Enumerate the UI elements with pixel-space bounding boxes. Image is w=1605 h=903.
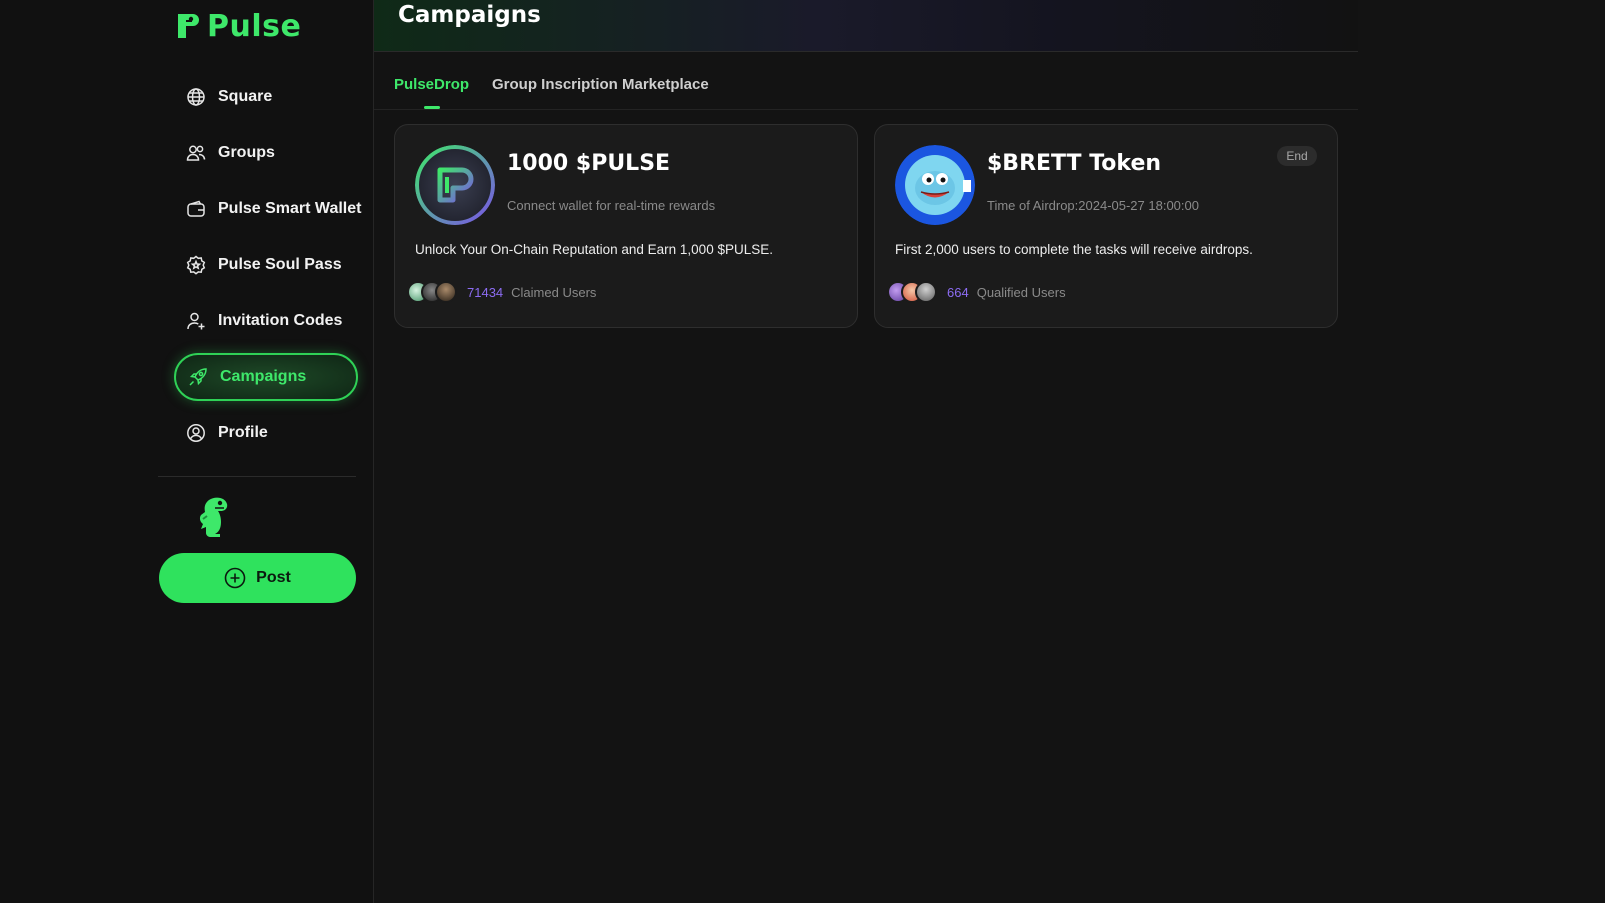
campaign-tabs: PulseDrop Group Inscription Marketplace [374, 52, 1358, 110]
plus-circle-icon [224, 567, 246, 589]
campaign-description: First 2,000 users to complete the tasks … [895, 242, 1253, 257]
main-content: Campaigns PulseDrop Group Inscription Ma… [374, 0, 1358, 903]
sidebar-divider [158, 476, 356, 477]
sidebar-item-label: Pulse Smart Wallet [218, 200, 362, 217]
wallet-icon [187, 200, 205, 217]
avatar [435, 281, 457, 303]
user-plus-icon [187, 312, 205, 330]
sidebar-nav: Square Groups Pulse Smart Wallet Pulse S… [174, 73, 362, 465]
campaign-description: Unlock Your On-Chain Reputation and Earn… [415, 242, 773, 257]
right-empty-area [1358, 0, 1605, 903]
users-icon [186, 145, 206, 161]
globe-icon [187, 88, 205, 106]
page-header: Campaigns [374, 0, 1358, 52]
post-button-label: Post [256, 569, 291, 586]
sidebar-item-label: Campaigns [220, 368, 307, 385]
badge-star-icon [186, 255, 206, 275]
campaign-title: $BRETT Token [987, 151, 1162, 176]
pulse-logo[interactable]: Pulse [175, 6, 301, 46]
tab-pulsedrop[interactable]: PulseDrop [394, 76, 469, 93]
sidebar-item-label: Square [218, 88, 273, 105]
app-root: Pulse Square Groups Pulse Smart Wallet P… [0, 0, 1605, 903]
brand-name: Pulse [207, 8, 302, 44]
sidebar-item-profile[interactable]: Profile [174, 409, 358, 457]
pulse-token-avatar [415, 145, 495, 225]
claimed-label: Claimed Users [511, 284, 597, 300]
sidebar-item-invitation-codes[interactable]: Invitation Codes [174, 297, 358, 345]
avatar [915, 281, 937, 303]
sidebar-item-square[interactable]: Square [174, 73, 358, 121]
qualified-count: 664 [947, 284, 969, 300]
user-avatars [407, 281, 457, 303]
campaign-title: 1000 $PULSE [507, 151, 671, 176]
post-button[interactable]: Post [159, 553, 356, 603]
active-tab-indicator [424, 106, 440, 109]
sidebar-item-label: Profile [218, 424, 268, 441]
brett-token-avatar [895, 145, 975, 225]
user-circle-icon [187, 424, 205, 442]
page-title: Campaigns [398, 2, 541, 28]
campaign-card-brett[interactable]: $BRETT Token End Time of Airdrop:2024-05… [874, 124, 1338, 328]
rocket-icon [189, 368, 207, 386]
campaign-stats: 664 Qualified Users [887, 279, 1066, 305]
tab-group-inscription-marketplace[interactable]: Group Inscription Marketplace [492, 76, 709, 93]
qualified-label: Qualified Users [976, 284, 1066, 300]
status-badge: End [1277, 146, 1317, 166]
campaign-subtitle: Connect wallet for real-time rewards [507, 198, 716, 213]
dino-mascot-icon [199, 497, 228, 537]
sidebar-item-soul-pass[interactable]: Pulse Soul Pass [174, 241, 358, 289]
campaign-subtitle: Time of Airdrop:2024-05-27 18:00:00 [987, 198, 1199, 213]
sidebar-item-label: Groups [218, 144, 275, 161]
sidebar: Pulse Square Groups Pulse Smart Wallet P… [0, 0, 374, 903]
sidebar-item-label: Invitation Codes [218, 312, 343, 329]
campaign-stats: 71434 Claimed Users [407, 279, 596, 305]
claimed-count: 71434 [467, 284, 504, 300]
sidebar-item-groups[interactable]: Groups [174, 129, 358, 177]
pulse-logo-icon [178, 14, 199, 38]
user-avatars [887, 281, 937, 303]
campaign-card-pulse[interactable]: 1000 $PULSE Connect wallet for real-time… [394, 124, 858, 328]
sidebar-item-campaigns[interactable]: Campaigns [174, 353, 358, 401]
sidebar-item-label: Pulse Soul Pass [218, 256, 342, 273]
sidebar-item-smart-wallet[interactable]: Pulse Smart Wallet [174, 185, 362, 233]
